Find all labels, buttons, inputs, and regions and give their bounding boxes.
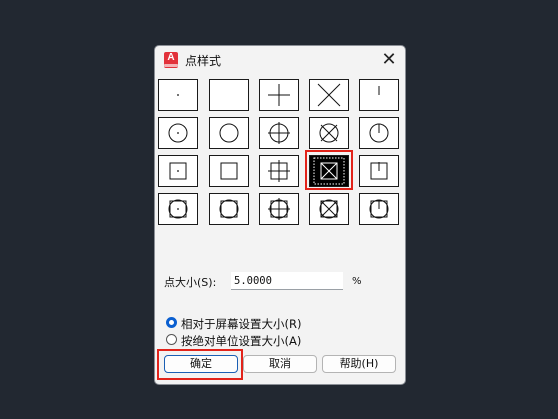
app-icon-stripe [164, 64, 178, 67]
point-size-label: 点大小(S): [164, 276, 217, 289]
point-style-glyph [168, 199, 188, 219]
point-style-circle-square-tick-icon[interactable] [359, 193, 399, 225]
help-button[interactable]: 帮助(H) [322, 355, 396, 373]
point-style-glyph [317, 83, 341, 107]
point-style-circle-x-icon[interactable] [309, 117, 349, 149]
app-icon-letter: A [167, 52, 175, 63]
point-style-circle-square-dot-icon[interactable] [158, 193, 198, 225]
title-bar: A 点样式 ✕ [155, 46, 405, 74]
point-style-glyph [268, 160, 290, 182]
dialog-title: 点样式 [185, 54, 222, 68]
radio-selected-icon [166, 317, 177, 328]
point-style-glyph [210, 80, 248, 110]
point-style-plus-icon[interactable] [259, 79, 299, 111]
point-style-glyph [369, 199, 389, 219]
point-style-circle-tick-icon[interactable] [359, 117, 399, 149]
point-style-circle-dot-icon[interactable] [158, 117, 198, 149]
point-style-square-plus-icon[interactable] [259, 155, 299, 187]
point-style-glyph [169, 162, 187, 180]
radio-absolute-label: 按绝对单位设置大小(A) [181, 334, 302, 348]
radio-unselected-icon [166, 334, 177, 345]
point-style-glyph [268, 122, 290, 144]
point-style-square-icon[interactable] [209, 155, 249, 187]
ok-button-highlight [157, 349, 243, 380]
point-style-glyph [378, 86, 380, 95]
point-style-glyph [219, 199, 239, 219]
point-style-glyph [219, 123, 239, 143]
point-style-circle-square-plus-icon[interactable] [259, 193, 299, 225]
point-style-none-icon[interactable] [209, 79, 249, 111]
point-style-glyph [319, 199, 339, 219]
selected-style-highlight [305, 150, 353, 190]
point-style-glyph [268, 84, 290, 106]
autocad-app-icon: A [164, 52, 178, 68]
close-icon[interactable]: ✕ [379, 50, 399, 70]
point-style-circle-plus-icon[interactable] [259, 117, 299, 149]
point-style-glyph [168, 123, 188, 143]
point-style-square-dot-icon[interactable] [158, 155, 198, 187]
cancel-button[interactable]: 取消 [243, 355, 317, 373]
point-style-circle-square-x-icon[interactable] [309, 193, 349, 225]
point-style-circle-square-icon[interactable] [209, 193, 249, 225]
point-style-glyph [220, 162, 238, 180]
point-style-circle-icon[interactable] [209, 117, 249, 149]
point-size-unit: % [352, 276, 362, 287]
radio-relative-label: 相对于屏幕设置大小(R) [181, 317, 302, 331]
point-style-glyph [268, 198, 290, 220]
point-size-input[interactable] [231, 272, 343, 290]
point-style-square-tick-icon[interactable] [359, 155, 399, 187]
point-style-dot-icon[interactable] [158, 79, 198, 111]
point-style-glyph [319, 123, 339, 143]
point-style-tick-icon[interactable] [359, 79, 399, 111]
point-style-glyph [369, 123, 389, 143]
point-style-glyph [177, 94, 179, 96]
point-style-x-icon[interactable] [309, 79, 349, 111]
point-style-glyph [370, 162, 388, 180]
